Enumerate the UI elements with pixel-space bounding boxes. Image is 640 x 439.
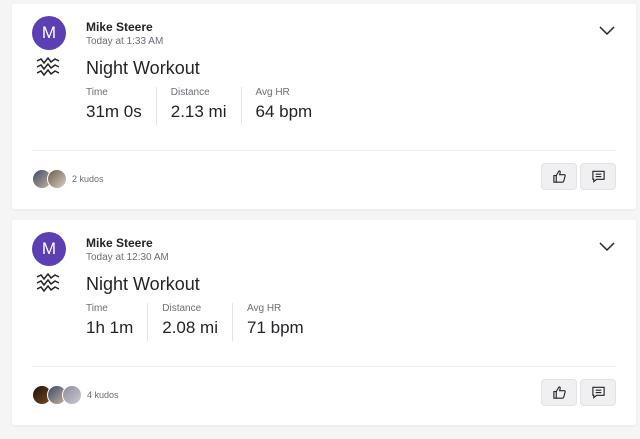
activity-card: M Mike Steere Today at 12:30 AM Night Wo… [12, 220, 636, 425]
stat-label: Avg HR [247, 303, 282, 314]
thumbs-up-icon [552, 386, 566, 399]
chevron-down-icon[interactable] [598, 239, 616, 253]
activity-title[interactable]: Night Workout [86, 58, 200, 79]
athlete-name[interactable]: Mike Steere [86, 236, 153, 250]
stat-time: Time 31m 0s [86, 87, 157, 125]
stat-label: Distance [162, 303, 202, 314]
thumbs-up-icon [552, 170, 566, 183]
kudos-summary[interactable]: 4 kudos [32, 385, 119, 405]
stat-label: Time [86, 87, 108, 98]
kudos-button[interactable] [541, 379, 577, 406]
stat-avg-hr: Avg HR 64 bpm [256, 87, 327, 125]
stat-label: Time [86, 303, 108, 314]
comment-icon [591, 386, 605, 399]
kudoer-avatar [47, 169, 67, 189]
activity-timestamp: Today at 12:30 AM [86, 252, 169, 263]
stat-avg-hr: Avg HR 71 bpm [247, 303, 318, 341]
divider [32, 366, 616, 367]
stat-distance: Distance 2.13 mi [171, 87, 242, 125]
avatar-initial: M [41, 23, 57, 42]
avatar-initial: M [41, 239, 57, 258]
kudos-button[interactable] [541, 163, 577, 190]
stat-value: 71 bpm [247, 318, 304, 337]
avatar[interactable]: M [32, 232, 66, 266]
kudoer-avatar [62, 385, 82, 405]
stat-value: 2.13 mi [170, 102, 227, 121]
stat-value: 2.08 mi [162, 318, 218, 337]
avatar[interactable]: M [32, 16, 66, 50]
stat-value: 1h 1m [86, 318, 134, 337]
activity-card: M Mike Steere Today at 1:33 AM Night Wor… [12, 4, 636, 209]
activity-stats: Time 1h 1m Distance 2.08 mi Avg HR 71 bp… [86, 303, 332, 341]
workout-wave-icon [36, 273, 60, 293]
comment-icon [591, 170, 605, 183]
chevron-down-icon[interactable] [598, 23, 616, 37]
stat-value: 31m 0s [86, 102, 142, 121]
stat-distance: Distance 2.08 mi [162, 303, 233, 341]
activity-stats: Time 31m 0s Distance 2.13 mi Avg HR 64 b… [86, 87, 340, 125]
stat-label: Avg HR [255, 87, 290, 98]
activity-title[interactable]: Night Workout [86, 274, 200, 295]
stat-label: Distance [170, 87, 210, 98]
athlete-name[interactable]: Mike Steere [86, 20, 153, 34]
comment-button[interactable] [580, 163, 616, 190]
activity-timestamp: Today at 1:33 AM [86, 36, 164, 47]
divider [32, 150, 616, 151]
workout-wave-icon [36, 57, 60, 77]
comment-button[interactable] [580, 379, 616, 406]
kudos-count: 4 kudos [87, 390, 119, 400]
kudos-count: 2 kudos [72, 174, 104, 184]
kudos-summary[interactable]: 2 kudos [32, 169, 104, 189]
stat-value: 64 bpm [255, 102, 313, 121]
stat-time: Time 1h 1m [86, 303, 149, 341]
